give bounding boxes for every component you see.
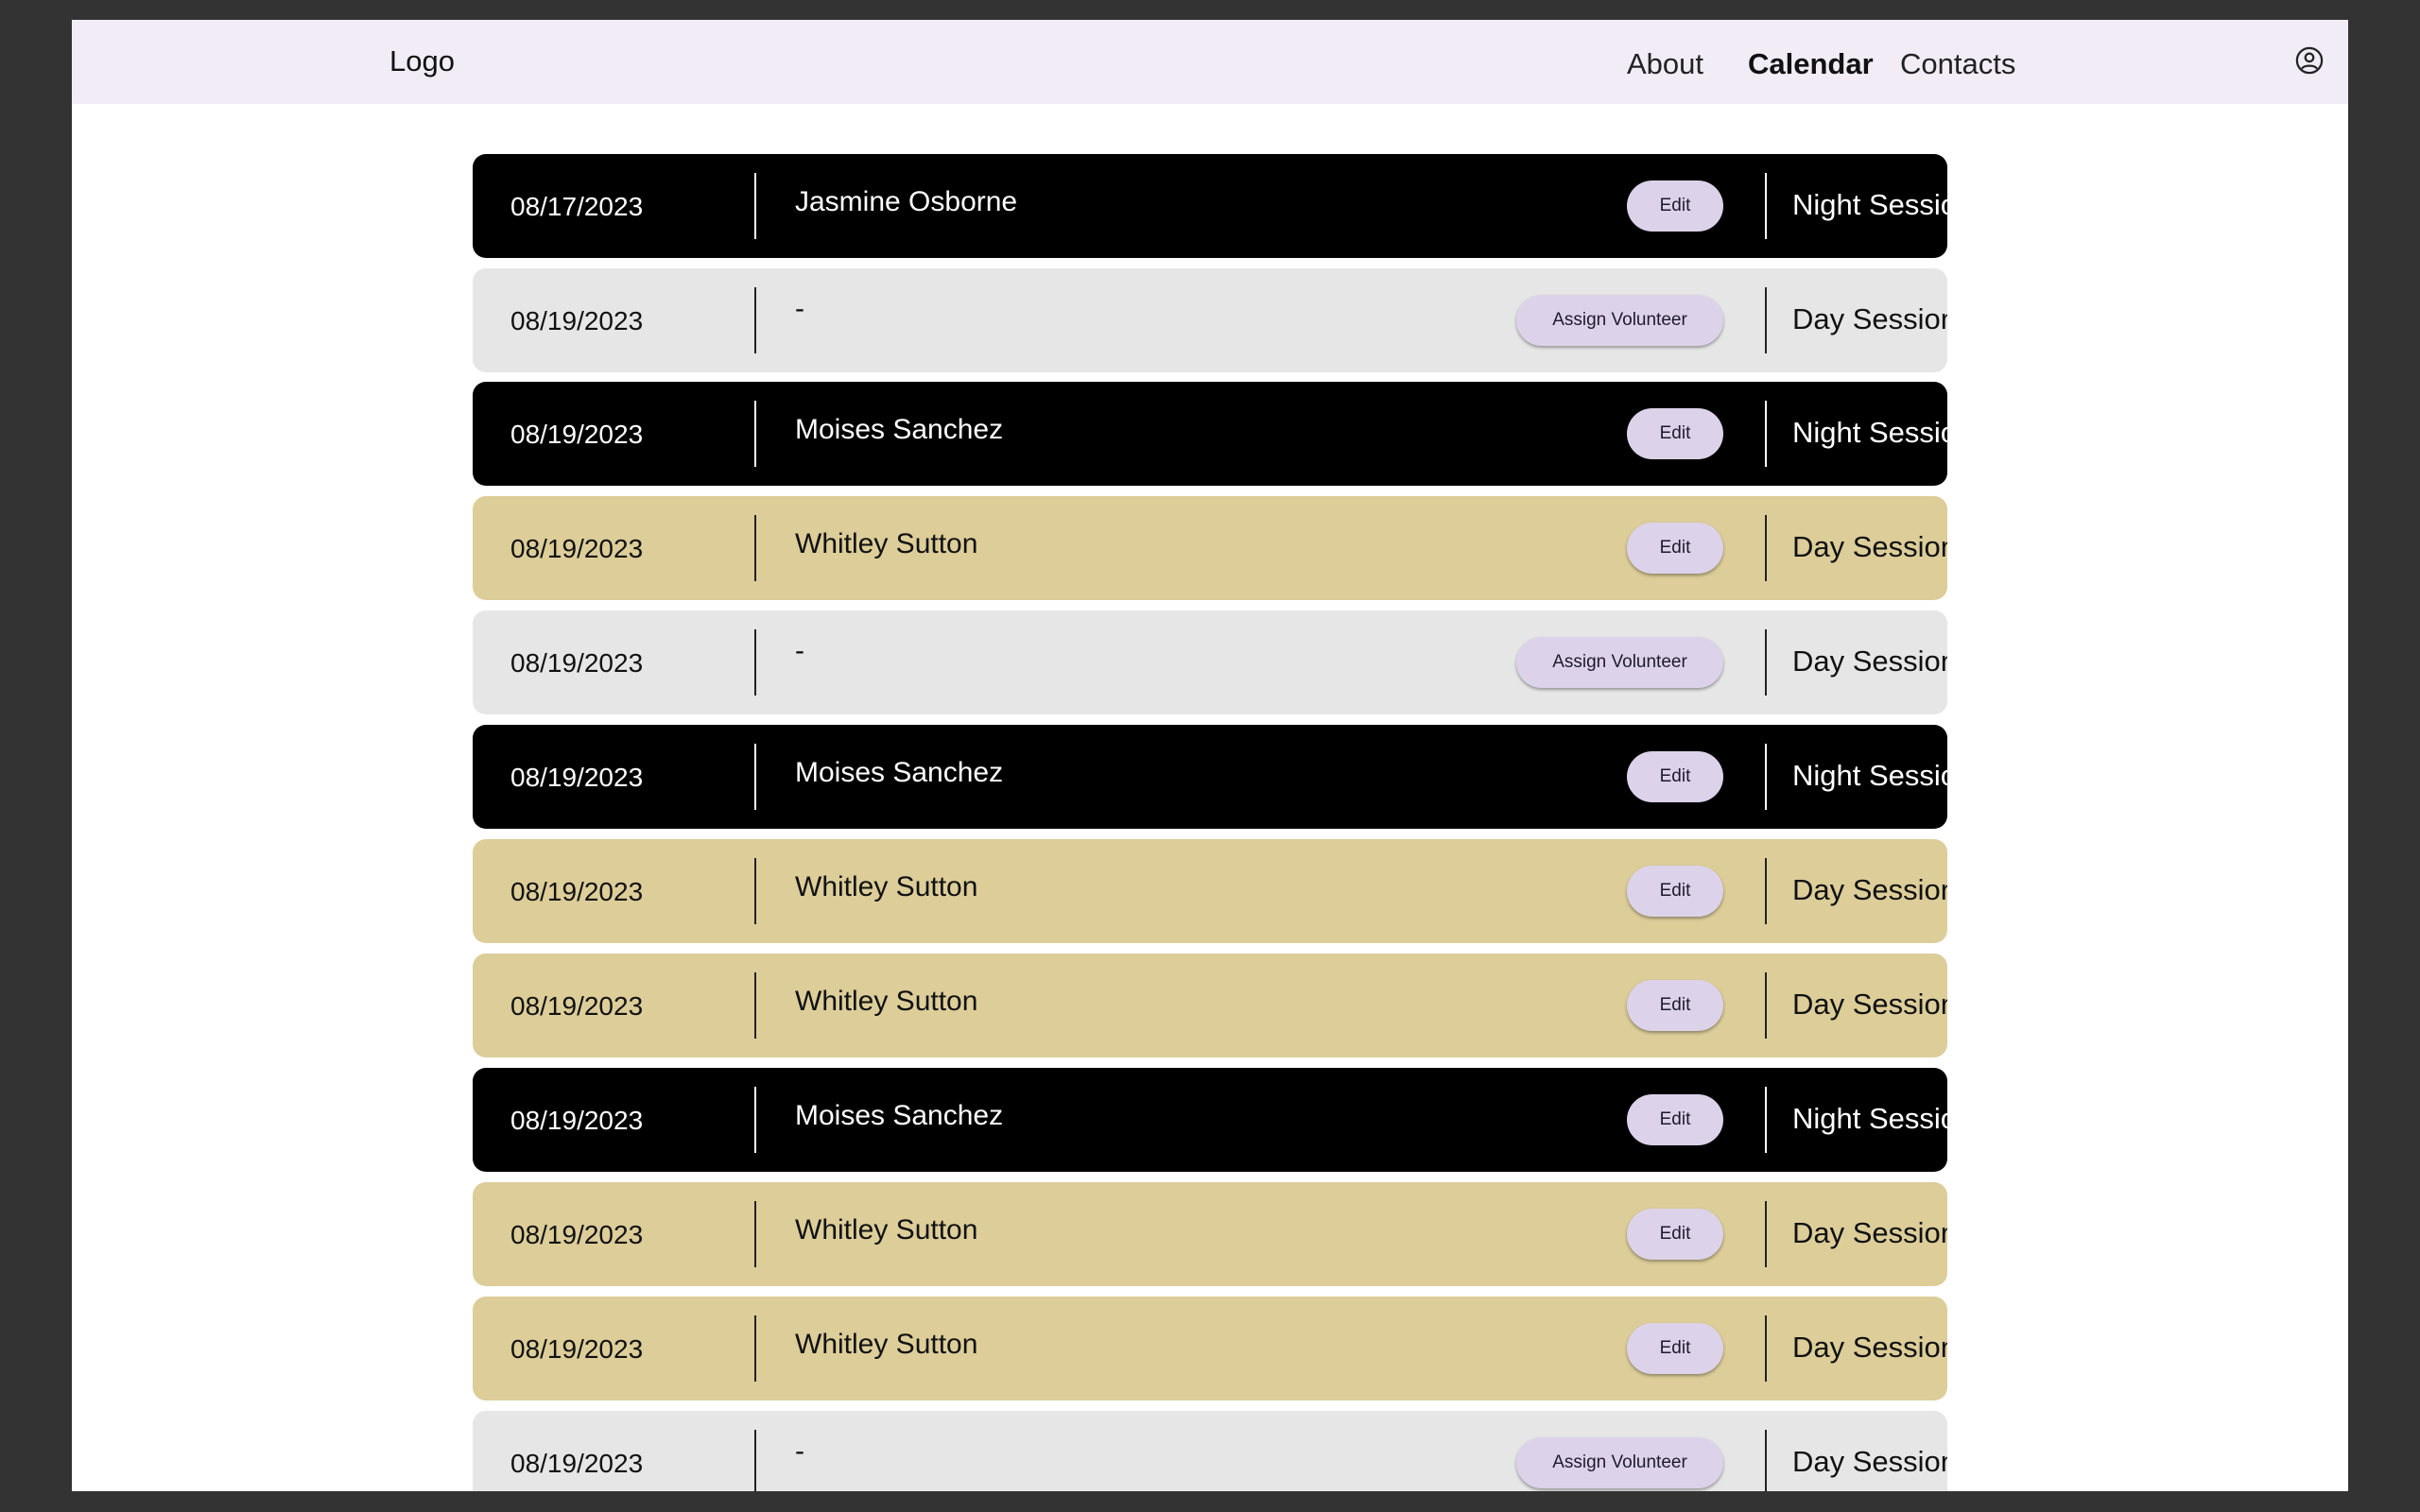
volunteer-name: Moises Sanchez: [795, 414, 1004, 445]
volunteer-name: Whitley Sutton: [795, 1214, 978, 1246]
row-divider: [1765, 1201, 1767, 1267]
shift-date: 08/19/2023: [510, 420, 644, 449]
edit-button[interactable]: Edit: [1627, 1323, 1723, 1374]
shift-date: 08/19/2023: [510, 763, 644, 792]
row-divider: [754, 972, 756, 1039]
shift-row: 08/19/2023 - Assign Volunteer Day Session: [473, 268, 1947, 372]
volunteer-name: Whitley Sutton: [795, 1329, 978, 1360]
session-type: Day Session: [1792, 644, 1947, 678]
app-window: Logo About Calendar Contacts 08/17/2023 J…: [72, 20, 2348, 1491]
edit-button[interactable]: Edit: [1627, 866, 1723, 917]
row-divider: [1765, 287, 1767, 353]
row-divider: [1765, 1087, 1767, 1153]
volunteer-name: Moises Sanchez: [795, 757, 1004, 788]
assign-volunteer-button[interactable]: Assign Volunteer: [1516, 637, 1723, 688]
nav-about-link[interactable]: About: [1627, 47, 1703, 81]
volunteer-name: Moises Sanchez: [795, 1100, 1004, 1131]
session-type: Night Session: [1792, 188, 1947, 221]
session-type: Night Session: [1792, 1102, 1947, 1135]
account-circle-icon[interactable]: [2295, 46, 2324, 75]
shift-date: 08/19/2023: [510, 534, 644, 563]
row-divider: [754, 1315, 756, 1382]
shift-date: 08/19/2023: [510, 991, 644, 1021]
volunteer-name: Jasmine Osborne: [795, 186, 1018, 217]
session-type: Day Session: [1792, 530, 1947, 563]
volunteer-name: Whitley Sutton: [795, 871, 978, 902]
session-type: Night Session: [1792, 759, 1947, 792]
shift-date: 08/19/2023: [510, 1106, 644, 1135]
shift-row: 08/19/2023 Moises Sanchez Edit Night Sessio…: [473, 382, 1947, 486]
edit-button[interactable]: Edit: [1627, 523, 1723, 574]
shift-date: 08/19/2023: [510, 1449, 644, 1478]
shift-date: 08/17/2023: [510, 192, 644, 221]
volunteer-name: Whitley Sutton: [795, 528, 978, 559]
assign-volunteer-button[interactable]: Assign Volunteer: [1516, 295, 1723, 346]
assign-volunteer-button[interactable]: Assign Volunteer: [1516, 1437, 1723, 1488]
top-navbar: Logo About Calendar Contacts: [72, 20, 2348, 104]
row-divider: [1765, 858, 1767, 924]
volunteer-name: -: [795, 635, 804, 666]
logo[interactable]: Logo: [389, 44, 455, 78]
row-divider: [1765, 1430, 1767, 1491]
shift-row: 08/19/2023 Whitley Sutton Edit Day Session: [473, 954, 1947, 1057]
row-divider: [754, 515, 756, 581]
row-divider: [1765, 1315, 1767, 1382]
shift-date: 08/19/2023: [510, 877, 644, 906]
edit-button[interactable]: Edit: [1627, 980, 1723, 1031]
nav-contacts-link[interactable]: Contacts: [1900, 47, 2015, 81]
row-divider: [754, 287, 756, 353]
shift-row: 08/19/2023 Whitley Sutton Edit Day Session: [473, 839, 1947, 943]
row-divider: [754, 858, 756, 924]
session-type: Day Session: [1792, 1445, 1947, 1478]
volunteer-name: -: [795, 1435, 804, 1467]
shift-row: 08/17/2023 Jasmine Osborne Edit Night Sessi…: [473, 154, 1947, 258]
edit-button[interactable]: Edit: [1627, 751, 1723, 802]
row-divider: [1765, 972, 1767, 1039]
shift-date: 08/19/2023: [510, 1334, 644, 1364]
row-divider: [1765, 515, 1767, 581]
nav-calendar-link[interactable]: Calendar: [1748, 47, 1874, 81]
row-divider: [754, 1430, 756, 1491]
row-divider: [754, 1087, 756, 1153]
edit-button[interactable]: Edit: [1627, 408, 1723, 459]
row-divider: [754, 629, 756, 696]
row-divider: [1765, 401, 1767, 467]
shift-row: 08/19/2023 - Assign Volunteer Day Session: [473, 610, 1947, 714]
row-divider: [754, 1201, 756, 1267]
volunteer-name: Whitley Sutton: [795, 986, 978, 1017]
shift-date: 08/19/2023: [510, 306, 644, 335]
session-type: Night Session: [1792, 416, 1947, 449]
shift-row: 08/19/2023 Moises Sanchez Edit Night Sessio…: [473, 1068, 1947, 1172]
session-type: Day Session: [1792, 302, 1947, 335]
edit-button[interactable]: Edit: [1627, 1209, 1723, 1260]
row-divider: [1765, 744, 1767, 810]
shift-row: 08/19/2023 - Assign Volunteer Day Session: [473, 1411, 1947, 1491]
session-type: Day Session: [1792, 988, 1947, 1021]
shift-row: 08/19/2023 Whitley Sutton Edit Day Session: [473, 496, 1947, 600]
shift-date: 08/19/2023: [510, 1220, 644, 1249]
shift-date: 08/19/2023: [510, 648, 644, 678]
edit-button[interactable]: Edit: [1627, 1094, 1723, 1145]
shift-row: 08/19/2023 Whitley Sutton Edit Day Session: [473, 1182, 1947, 1286]
session-type: Day Session: [1792, 1216, 1947, 1249]
row-divider: [1765, 629, 1767, 696]
session-type: Day Session: [1792, 1331, 1947, 1364]
edit-button[interactable]: Edit: [1627, 180, 1723, 232]
row-divider: [1765, 173, 1767, 239]
row-divider: [754, 173, 756, 239]
row-divider: [754, 401, 756, 467]
session-type: Day Session: [1792, 873, 1947, 906]
shift-row: 08/19/2023 Whitley Sutton Edit Day Session: [473, 1297, 1947, 1400]
volunteer-name: -: [795, 293, 804, 324]
shift-row: 08/19/2023 Moises Sanchez Edit Night Sessio…: [473, 725, 1947, 829]
row-divider: [754, 744, 756, 810]
